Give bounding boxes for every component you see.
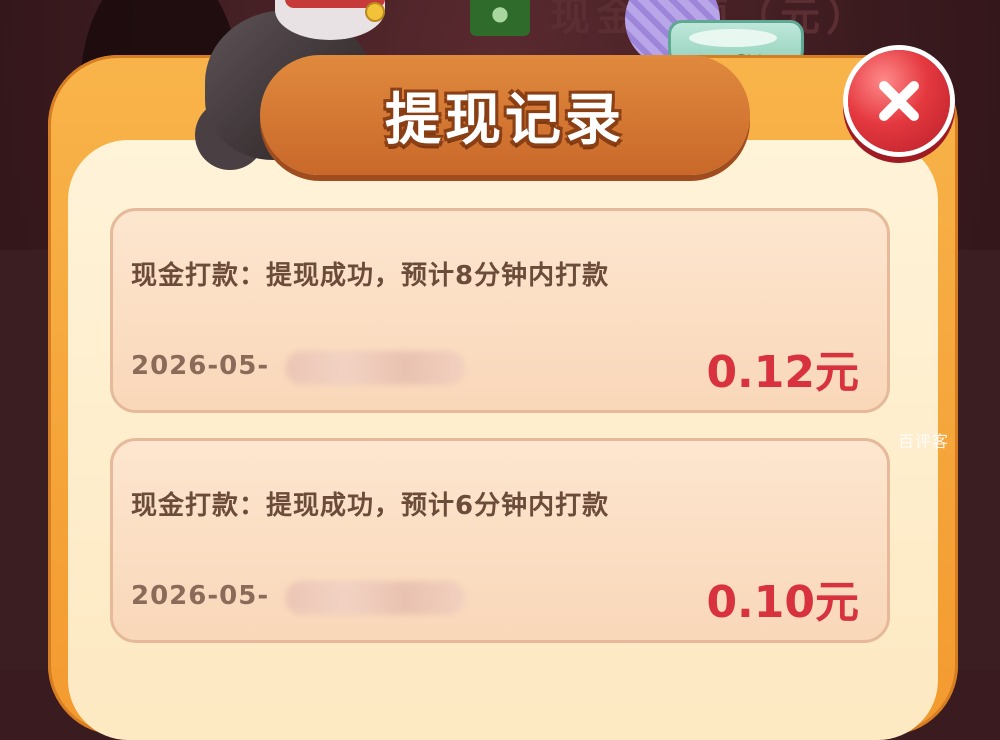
withdrawal-record: 现金打款：提现成功，预计8分钟内打款 2026-05- 0.12元 <box>110 208 890 413</box>
title-banner: 提现记录 <box>260 55 750 175</box>
record-date: 2026-05- <box>131 581 270 611</box>
record-description: 现金打款：提现成功，预计6分钟内打款 <box>131 491 610 521</box>
watermark: 百评客 <box>898 432 950 451</box>
close-icon <box>879 81 919 121</box>
record-description: 现金打款：提现成功，预计8分钟内打款 <box>131 261 610 291</box>
withdrawal-record: 现金打款：提现成功，预计6分钟内打款 2026-05- 0.10元 <box>110 438 890 643</box>
bell-icon <box>365 2 385 22</box>
blurred-date-mask <box>285 351 465 385</box>
bowl-inner <box>689 29 777 47</box>
record-date: 2026-05- <box>131 351 270 381</box>
background-side-left <box>0 250 50 670</box>
wechat-icon: ● <box>470 0 530 36</box>
blurred-date-mask <box>285 581 465 615</box>
record-amount: 0.10元 <box>706 577 859 628</box>
close-button[interactable] <box>848 50 950 152</box>
dialog-title: 提现记录 <box>385 87 625 153</box>
record-amount: 0.12元 <box>706 347 859 398</box>
